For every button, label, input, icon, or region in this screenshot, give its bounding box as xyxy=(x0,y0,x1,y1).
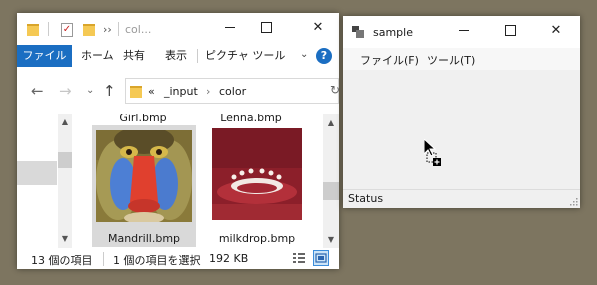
maximize-button[interactable] xyxy=(249,13,283,43)
new-folder-icon[interactable] xyxy=(83,24,95,36)
details-view-icon[interactable] xyxy=(291,250,307,266)
breadcrumb-separator[interactable]: › xyxy=(206,85,210,98)
recent-locations-icon[interactable]: ⌄ xyxy=(86,85,94,96)
item-count: 13 個の項目 xyxy=(31,254,93,267)
minimize-icon xyxy=(459,30,469,31)
qat-separator xyxy=(48,22,49,36)
folder-icon xyxy=(130,86,142,98)
ribbon-separator xyxy=(197,49,198,63)
file-name-mandrill[interactable]: Mandrill.bmp xyxy=(94,232,194,245)
scroll-down-icon[interactable]: ▼ xyxy=(324,235,338,244)
app-icon xyxy=(352,26,364,38)
sample-window: sample ✕ ファイル(F) ツール(T) Status xyxy=(343,16,580,208)
breadcrumb-color[interactable]: color xyxy=(219,85,246,98)
address-bar-row: ← → ⌄ ↑ « _input › color ↻ xyxy=(17,73,340,111)
selection-count: 1 個の項目を選択 xyxy=(113,254,201,267)
resize-grip-icon[interactable] xyxy=(570,198,578,206)
maximize-icon xyxy=(260,22,272,33)
sample-status-bar: Status xyxy=(343,189,580,208)
address-overflow[interactable]: « xyxy=(148,85,155,98)
close-icon: ✕ xyxy=(312,20,324,35)
sample-status-text: Status xyxy=(348,192,384,205)
refresh-icon[interactable]: ↻ xyxy=(330,83,340,97)
explorer-status-bar: 13 個の項目 1 個の項目を選択 192 KB xyxy=(17,248,339,269)
sample-close-button[interactable]: ✕ xyxy=(539,16,573,46)
file-list-scrollbar[interactable] xyxy=(323,114,339,248)
nav-scrollbar-thumb[interactable] xyxy=(58,152,72,168)
close-icon: ✕ xyxy=(550,23,562,38)
file-name-milkdrop[interactable]: milkdrop.bmp xyxy=(207,232,307,245)
menu-file[interactable]: ファイル(F) xyxy=(360,52,419,68)
explorer-window: ✓ ›› col... ✕ ファイル ホーム 共有 表示 ピクチャ ツール ⌄ … xyxy=(17,13,340,269)
tab-share[interactable]: 共有 xyxy=(123,45,145,67)
up-arrow-icon[interactable]: ↑ xyxy=(103,82,116,100)
explorer-titlebar: ✓ ›› col... ✕ xyxy=(17,13,339,45)
scroll-up-icon[interactable]: ▲ xyxy=(324,118,338,127)
large-icons-view-icon[interactable] xyxy=(313,250,329,266)
folder-icon xyxy=(27,24,39,36)
ribbon-tabs: ファイル ホーム 共有 表示 ピクチャ ツール ⌄ ? xyxy=(17,45,339,67)
sample-maximize-button[interactable] xyxy=(493,16,527,46)
status-separator xyxy=(103,252,104,266)
minimize-icon xyxy=(225,27,235,28)
address-bar[interactable]: « _input › color ↻ xyxy=(125,78,340,104)
sample-minimize-button[interactable] xyxy=(447,16,481,46)
nav-selected-item[interactable] xyxy=(17,161,57,185)
navigation-pane: ▲ ▼ xyxy=(17,114,73,248)
drag-copy-cursor-icon xyxy=(424,139,441,166)
tab-picture-tools[interactable]: ピクチャ ツール xyxy=(205,45,285,67)
maximize-icon xyxy=(504,25,516,36)
nav-scrollbar[interactable] xyxy=(58,114,72,248)
milkdrop-thumbnail[interactable] xyxy=(212,128,302,223)
close-button[interactable]: ✕ xyxy=(301,13,335,43)
window-title: col... xyxy=(125,23,152,36)
tab-home[interactable]: ホーム xyxy=(81,45,114,67)
file-list: Girl.bmp Lenna.bmp Mandrill.bmp milkdrop… xyxy=(73,114,323,248)
forward-arrow-icon[interactable]: → xyxy=(59,82,72,100)
mandrill-thumbnail[interactable] xyxy=(96,126,192,225)
title-separator xyxy=(118,22,119,36)
file-list-scrollbar-thumb[interactable] xyxy=(323,182,339,200)
nav-scroll-down-icon[interactable]: ▼ xyxy=(58,234,72,243)
menu-tools[interactable]: ツール(T) xyxy=(427,52,475,68)
details-view-glyph xyxy=(293,253,305,263)
tab-view[interactable]: 表示 xyxy=(165,45,187,67)
back-arrow-icon[interactable]: ← xyxy=(31,82,44,100)
breadcrumb-input[interactable]: _input xyxy=(164,85,198,98)
selection-size: 192 KB xyxy=(209,252,249,265)
sample-menubar: ファイル(F) ツール(T) xyxy=(343,48,580,70)
mandrill-image xyxy=(96,126,192,224)
chevron-down-icon[interactable]: ⌄ xyxy=(300,49,308,60)
file-name-girl[interactable]: Girl.bmp xyxy=(93,114,193,124)
sample-titlebar: sample ✕ xyxy=(343,16,580,48)
tab-file[interactable]: ファイル xyxy=(17,45,72,67)
minimize-button[interactable] xyxy=(213,13,247,43)
help-icon[interactable]: ? xyxy=(316,48,332,64)
qat-dropdown[interactable]: ›› xyxy=(103,23,112,36)
sample-title: sample xyxy=(373,26,413,39)
nav-scroll-up-icon[interactable]: ▲ xyxy=(58,117,72,126)
large-icons-view-glyph xyxy=(315,253,327,263)
file-name-lenna[interactable]: Lenna.bmp xyxy=(201,114,301,124)
milkdrop-image xyxy=(212,128,302,220)
properties-icon[interactable]: ✓ xyxy=(61,23,73,37)
